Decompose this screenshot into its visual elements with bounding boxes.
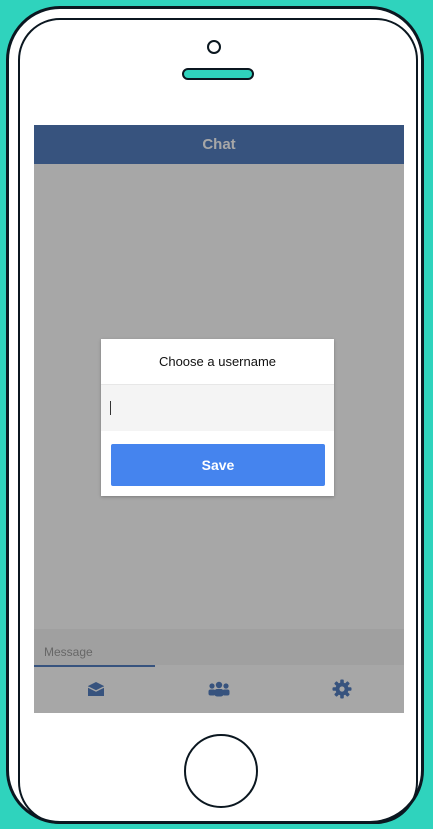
earpiece-speaker [182, 68, 254, 80]
save-button[interactable]: Save [111, 444, 325, 486]
username-field-wrapper [101, 385, 334, 431]
home-button[interactable] [184, 734, 258, 808]
app-screen: Chat Message Choose a username Save [34, 125, 404, 713]
dialog-title: Choose a username [101, 339, 334, 385]
front-camera [207, 40, 221, 54]
username-dialog: Choose a username Save [101, 339, 334, 496]
username-input[interactable] [110, 399, 320, 417]
